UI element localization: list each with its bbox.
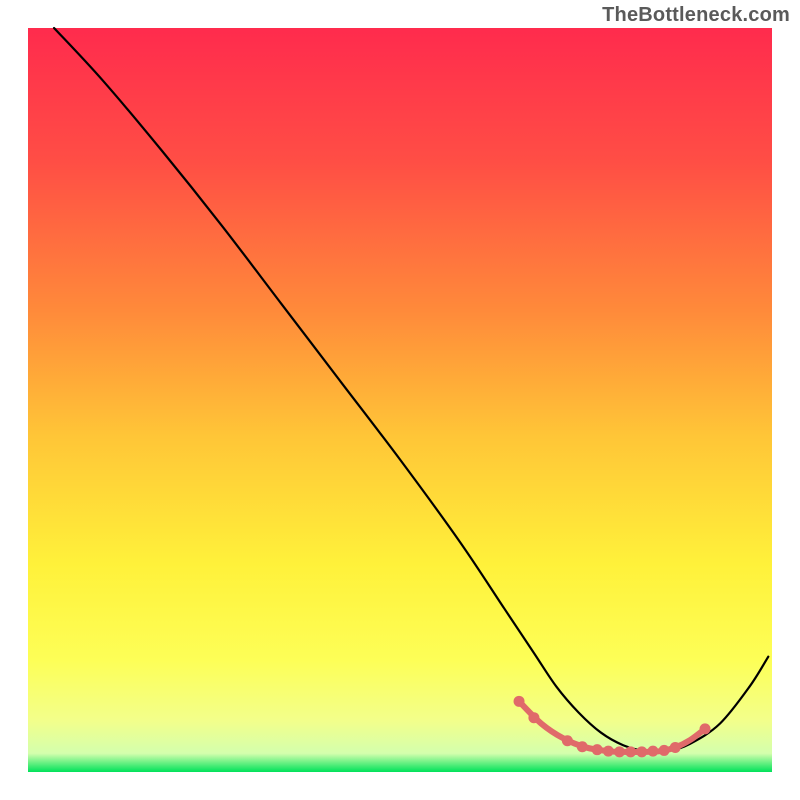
bottom-dot (625, 746, 636, 757)
bottom-dot (670, 742, 681, 753)
bottom-dot (592, 744, 603, 755)
bottom-dot (562, 735, 573, 746)
bottleneck-chart (0, 0, 800, 800)
bottom-dot (636, 746, 647, 757)
bottom-dot (659, 745, 670, 756)
bottom-dot (614, 746, 625, 757)
bottom-dot (647, 746, 658, 757)
bottom-dot (700, 723, 711, 734)
bottom-dot (528, 712, 539, 723)
gradient-panel (28, 28, 772, 772)
bottom-dot (577, 741, 588, 752)
bottom-dot (603, 746, 614, 757)
bottom-dot (514, 696, 525, 707)
chart-stage: TheBottleneck.com (0, 0, 800, 800)
